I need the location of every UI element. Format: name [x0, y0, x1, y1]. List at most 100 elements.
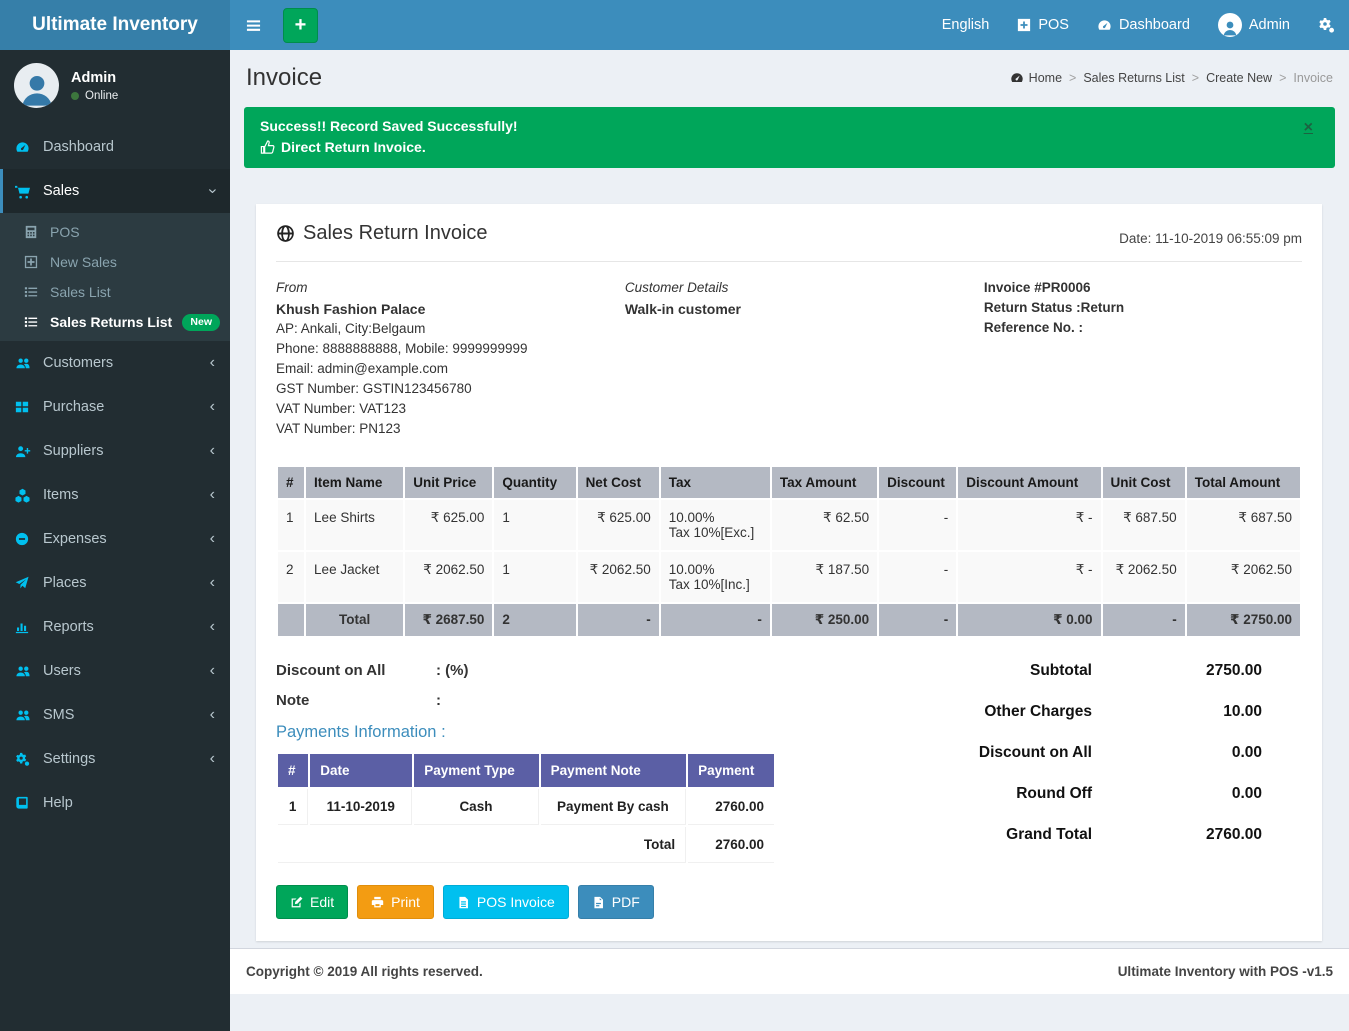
new-badge: New: [182, 314, 220, 331]
breadcrumb-home[interactable]: Home: [1010, 71, 1062, 85]
footer: Copyright © 2019 All rights reserved. Ul…: [230, 948, 1349, 994]
app-logo[interactable]: Ultimate Inventory: [0, 0, 230, 50]
sidebar-item-help[interactable]: Help: [0, 781, 230, 825]
customer-heading: Customer Details: [625, 278, 984, 298]
sidebar-item-places[interactable]: Places‹: [0, 561, 230, 605]
from-heading: From: [276, 278, 625, 298]
sidebar-item-sales-returns-list[interactable]: Sales Returns List New: [0, 307, 230, 337]
sidebar-toggle-button[interactable]: [230, 0, 276, 50]
items-table: # Item Name Unit Price Quantity Net Cost…: [276, 465, 1302, 638]
customer-name: Walk-in customer: [625, 299, 984, 319]
bar-chart-icon: [15, 620, 35, 634]
payments-table: # Date Payment Type Payment Note Payment…: [276, 752, 776, 865]
company-name: Khush Fashion Palace: [276, 299, 625, 319]
items-table-header-row: # Item Name Unit Price Quantity Net Cost…: [278, 467, 1300, 498]
cogs-icon: [15, 752, 35, 767]
breadcrumb-create-new[interactable]: Create New: [1206, 71, 1272, 85]
chevron-down-icon: ‹: [204, 188, 220, 193]
th-large-icon: [15, 400, 35, 414]
list-icon: [24, 285, 42, 299]
customer-block: Customer Details Walk-in customer: [625, 278, 984, 439]
chevron-left-icon: ‹: [210, 663, 215, 679]
users-icon: [15, 356, 35, 371]
company-email: Email: admin@example.com: [276, 359, 625, 379]
quick-add-button[interactable]: +: [283, 8, 318, 43]
file-pdf-icon: [592, 896, 605, 909]
invoice-info-row: From Khush Fashion Palace AP: Ankali, Ci…: [276, 278, 1302, 439]
plus-icon: +: [295, 15, 307, 35]
copyright-text: Copyright © 2019 All rights reserved.: [246, 964, 483, 979]
language-menu[interactable]: English: [928, 0, 1004, 50]
invoice-title: Sales Return Invoice: [276, 222, 488, 245]
success-alert: Success!! Record Saved Successfully! Dir…: [244, 107, 1335, 168]
sidebar-item-new-sales[interactable]: New Sales: [0, 247, 230, 277]
sidebar-menu: Dashboard Sales ‹ POS New Sales Sales Li…: [0, 125, 230, 825]
plus-square-icon: [1017, 18, 1031, 32]
table-row: 1 Lee Shirts ₹ 625.00 1 ₹ 625.00 10.00%T…: [278, 500, 1300, 550]
sidebar-item-sales[interactable]: Sales ‹: [0, 169, 230, 213]
hamburger-icon: [245, 18, 262, 33]
settings-menu[interactable]: [1304, 0, 1349, 50]
chevron-left-icon: ‹: [210, 355, 215, 371]
summary-discount: Discount on All 0.00: [840, 744, 1262, 762]
user-avatar-icon: [1218, 13, 1242, 37]
nav-pos-link[interactable]: POS: [1003, 0, 1083, 50]
file-icon: [457, 896, 470, 909]
main-content: Invoice Home > Sales Returns List > Crea…: [230, 50, 1349, 1031]
sidebar-item-sales-list[interactable]: Sales List: [0, 277, 230, 307]
invoice-card: Sales Return Invoice Date: 11-10-2019 06…: [256, 204, 1322, 941]
sidebar-item-customers[interactable]: Customers‹: [0, 341, 230, 385]
sales-submenu: POS New Sales Sales List Sales Returns L…: [0, 213, 230, 341]
user-avatar: [14, 63, 59, 108]
version-text: Ultimate Inventory with POS -v1.5: [1118, 964, 1333, 979]
cubes-icon: [15, 488, 35, 503]
return-status: Return Status :Return: [984, 298, 1302, 318]
page-title: Invoice: [246, 64, 322, 92]
company-vat2: VAT Number: PN123: [276, 419, 625, 439]
sidebar-item-sms[interactable]: SMS‹: [0, 693, 230, 737]
online-status-icon: [71, 92, 79, 100]
summary-other-charges: Other Charges 10.00: [840, 703, 1262, 721]
company-address: AP: Ankali, City:Belgaum: [276, 319, 625, 339]
chevron-left-icon: ‹: [210, 707, 215, 723]
pdf-button[interactable]: PDF: [578, 885, 654, 919]
invoice-card-header: Sales Return Invoice Date: 11-10-2019 06…: [276, 222, 1302, 262]
close-icon[interactable]: ×: [1304, 119, 1313, 137]
items-total-row: Total ₹ 2687.50 2 - - ₹ 250.00 - ₹ 0.00 …: [278, 604, 1300, 636]
note-row: Note :: [276, 692, 840, 709]
user-menu[interactable]: Admin: [1204, 0, 1304, 50]
sidebar-item-users[interactable]: Users‹: [0, 649, 230, 693]
plus-square-icon: [24, 255, 42, 269]
chevron-left-icon: ‹: [210, 575, 215, 591]
pos-invoice-button[interactable]: POS Invoice: [443, 885, 569, 919]
payments-title: Payments Information :: [276, 723, 840, 742]
sidebar-item-purchase[interactable]: Purchase‹: [0, 385, 230, 429]
sidebar-item-items[interactable]: Items‹: [0, 473, 230, 517]
sidebar-item-settings[interactable]: Settings‹: [0, 737, 230, 781]
chevron-left-icon: ‹: [210, 531, 215, 547]
minus-circle-icon: [15, 532, 35, 546]
sidebar-item-pos[interactable]: POS: [0, 217, 230, 247]
breadcrumb-sales-returns-list[interactable]: Sales Returns List: [1083, 71, 1184, 85]
print-icon: [371, 896, 384, 909]
payments-total-row: Total 2760.00: [278, 827, 774, 863]
sidebar-item-reports[interactable]: Reports‹: [0, 605, 230, 649]
cart-icon: [15, 184, 35, 199]
nav-dashboard-link[interactable]: Dashboard: [1083, 0, 1204, 50]
table-row: 2 Lee Jacket ₹ 2062.50 1 ₹ 2062.50 10.00…: [278, 552, 1300, 602]
print-button[interactable]: Print: [357, 885, 434, 919]
sidebar-item-expenses[interactable]: Expenses‹: [0, 517, 230, 561]
thumbs-up-icon: [260, 140, 275, 155]
summary-subtotal: Subtotal 2750.00: [840, 662, 1262, 680]
list-icon: [24, 315, 42, 329]
company-vat: VAT Number: VAT123: [276, 399, 625, 419]
breadcrumb: Home > Sales Returns List > Create New >…: [1010, 71, 1333, 85]
sidebar-user-panel: Admin Online: [0, 50, 230, 121]
dashboard-icon: [1097, 18, 1112, 33]
user-name: Admin: [71, 70, 118, 86]
users-icon: [15, 664, 35, 679]
top-navbar: Ultimate Inventory + English POS Dashboa…: [0, 0, 1349, 50]
edit-button[interactable]: Edit: [276, 885, 348, 919]
sidebar-item-suppliers[interactable]: Suppliers‹: [0, 429, 230, 473]
sidebar-item-dashboard[interactable]: Dashboard: [0, 125, 230, 169]
